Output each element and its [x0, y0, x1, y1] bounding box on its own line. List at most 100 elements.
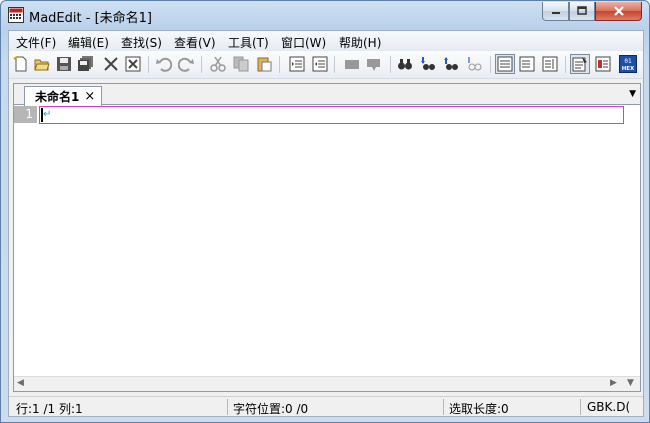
maximize-icon	[577, 6, 587, 15]
menu-help[interactable]: 帮助(H)	[339, 34, 381, 51]
uncomment-button[interactable]	[365, 55, 383, 73]
document-tab-strip: 未命名1 × ▼	[14, 84, 640, 106]
scroll-left-icon[interactable]: ◀	[17, 378, 24, 388]
save-all-icon	[78, 56, 93, 71]
svg-text:HEX: HEX	[622, 66, 635, 72]
indent-button[interactable]	[288, 55, 306, 73]
cut-button[interactable]	[209, 55, 227, 73]
close-file-icon	[104, 57, 118, 71]
tab-close-icon[interactable]: ×	[84, 90, 95, 103]
paste-button[interactable]	[255, 55, 273, 73]
find-button[interactable]	[396, 55, 414, 73]
svg-text:01: 01	[624, 58, 632, 65]
close-icon	[613, 6, 624, 16]
wrap-none-button[interactable]	[495, 54, 515, 74]
toolbar: 01 HEX	[9, 51, 643, 79]
tab-list-dropdown-icon[interactable]: ▼	[629, 89, 636, 99]
open-file-button[interactable]	[33, 55, 51, 73]
title-bar[interactable]: MadEdit - [未命名1]	[1, 1, 649, 29]
status-separator	[227, 399, 228, 415]
toolbar-separator	[148, 56, 149, 73]
wrap-none-icon	[497, 56, 513, 72]
find-next-button[interactable]	[419, 55, 437, 73]
save-all-button[interactable]	[77, 55, 95, 73]
status-bar: 行:1 /1 列:1 字符位置:0 /0 选取长度:0 GBK.D(	[9, 396, 643, 416]
find-next-icon	[421, 57, 435, 70]
status-separator	[443, 399, 444, 415]
scroll-menu-icon[interactable]: ▼	[627, 378, 634, 388]
undo-button[interactable]	[155, 55, 173, 73]
wrap-column-icon	[542, 56, 558, 72]
text-mode-icon	[572, 57, 587, 72]
menu-edit[interactable]: 编辑(E)	[68, 34, 109, 51]
close-button[interactable]	[595, 2, 642, 21]
copy-button[interactable]	[232, 55, 250, 73]
menu-bar: 文件(F) 编辑(E) 查找(S) 查看(V) 工具(T) 窗口(W) 帮助(H…	[9, 31, 643, 51]
app-logo-icon	[8, 7, 24, 23]
close-all-icon	[125, 56, 141, 72]
menu-tools[interactable]: 工具(T)	[228, 34, 269, 51]
redo-button[interactable]	[177, 55, 195, 73]
wrap-window-icon	[519, 56, 535, 72]
newline-marker-icon: ↵	[43, 109, 52, 120]
toolbar-separator	[201, 56, 202, 73]
toolbar-separator	[279, 56, 280, 73]
text-mode-button[interactable]	[570, 54, 590, 74]
wrap-column-button[interactable]	[541, 55, 559, 73]
minimize-icon	[551, 12, 560, 14]
toolbar-separator	[490, 56, 491, 73]
find-previous-icon	[444, 57, 458, 70]
paste-icon	[257, 57, 272, 72]
scroll-right-icon[interactable]: ▶	[610, 378, 617, 388]
close-file-button[interactable]	[102, 55, 120, 73]
app-window: MadEdit - [未命名1] 文件(F) 编辑(E) 查找(S) 查看(V)…	[0, 0, 650, 423]
status-line-column: 行:1 /1 列:1	[16, 402, 83, 416]
menu-view[interactable]: 查看(V)	[174, 34, 216, 51]
new-file-button[interactable]	[12, 55, 30, 73]
wrap-window-button[interactable]	[518, 55, 536, 73]
copy-icon	[233, 56, 249, 72]
new-file-icon	[13, 56, 27, 72]
status-encoding[interactable]: GBK.D(	[587, 400, 630, 414]
unindent-button[interactable]	[311, 55, 329, 73]
menu-search[interactable]: 查找(S)	[121, 34, 162, 51]
save-button[interactable]	[55, 55, 73, 73]
undo-icon	[156, 57, 172, 72]
column-mode-icon	[595, 56, 611, 72]
tab-label: 未命名1	[35, 90, 80, 104]
redo-icon	[178, 57, 194, 72]
document-frame: 未命名1 × ▼ 1 ↵ ◀ ▶ ▼	[13, 83, 641, 392]
hex-mode-button[interactable]: 01 HEX	[619, 55, 637, 73]
maximize-button[interactable]	[569, 2, 595, 21]
toolbar-separator	[565, 56, 566, 73]
status-char-position: 字符位置:0 /0	[233, 402, 309, 416]
horizontal-scrollbar[interactable]: ◀ ▶ ▼	[14, 376, 640, 391]
column-mode-button[interactable]	[594, 55, 612, 73]
comment-icon	[345, 60, 359, 69]
toolbar-separator	[390, 56, 391, 73]
client-area: 文件(F) 编辑(E) 查找(S) 查看(V) 工具(T) 窗口(W) 帮助(H…	[8, 30, 644, 417]
cut-icon	[210, 56, 226, 72]
line-number: 1	[14, 106, 37, 123]
status-separator	[580, 399, 581, 415]
minimize-button[interactable]	[542, 2, 569, 21]
close-all-button[interactable]	[124, 55, 142, 73]
tab-untitled-1[interactable]: 未命名1 ×	[24, 86, 103, 106]
find-previous-button[interactable]	[442, 55, 460, 73]
window-title: MadEdit - [未命名1]	[29, 11, 152, 26]
toolbar-separator	[334, 56, 335, 73]
open-file-icon	[34, 59, 50, 71]
status-selection-length: 选取长度:0	[449, 402, 509, 416]
uncomment-icon	[367, 59, 380, 71]
hex-mode-icon: 01HEX	[619, 55, 637, 73]
save-icon	[57, 57, 71, 71]
text-editor[interactable]: 1 ↵	[14, 106, 640, 376]
comment-button[interactable]	[343, 55, 361, 73]
replace-button[interactable]	[465, 55, 483, 73]
menu-file[interactable]: 文件(F)	[16, 34, 56, 51]
menu-window[interactable]: 窗口(W)	[281, 34, 326, 51]
indent-icon	[289, 56, 305, 72]
find-icon	[398, 59, 412, 70]
replace-icon	[468, 57, 482, 71]
unindent-icon	[312, 56, 328, 72]
